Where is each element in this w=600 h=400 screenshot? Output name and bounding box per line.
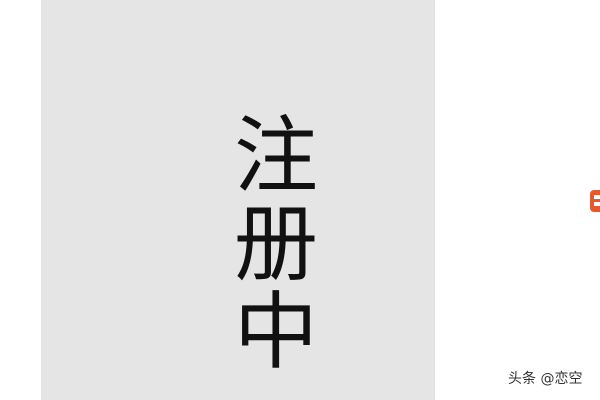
vertical-char-1: 注 <box>233 107 318 205</box>
partial-logo-icon <box>588 188 600 216</box>
vertical-text: 注 册 中 <box>231 112 321 376</box>
watermark-text: 头条 @恋空 <box>508 371 583 387</box>
gray-panel: 注 册 中 <box>41 0 435 400</box>
vertical-char-2: 册 <box>233 195 318 293</box>
image-canvas: 注 册 中 头条 @恋空 <box>0 0 600 400</box>
vertical-char-3: 中 <box>233 283 318 381</box>
